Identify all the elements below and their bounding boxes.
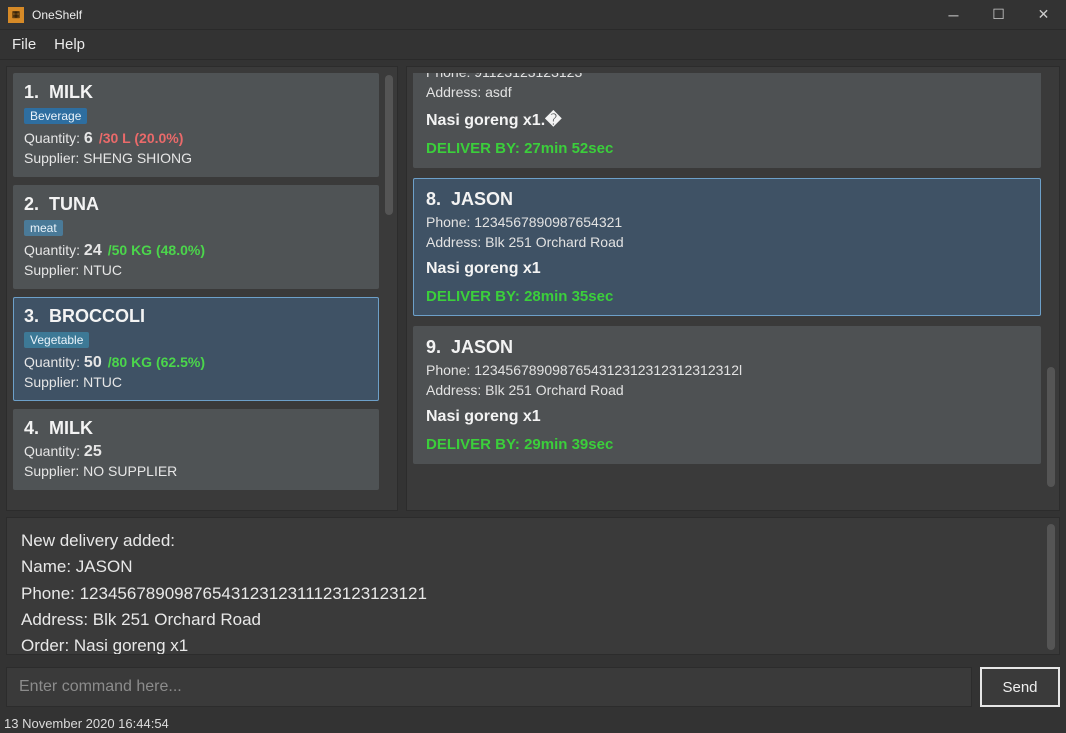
scrollbar-thumb[interactable] bbox=[1047, 367, 1055, 487]
deliver-by-line: DELIVER BY: 29min 39sec bbox=[426, 436, 1028, 453]
status-datetime: 13 November 2020 16:44:54 bbox=[4, 716, 169, 731]
quantity-line: Quantity: 6/30 L (20.0%) bbox=[24, 130, 368, 148]
item-title: 2. TUNA bbox=[24, 194, 368, 215]
item-title: 3. BROCCOLI bbox=[24, 306, 368, 327]
log-line: Phone: 123456789098765431231231112312312… bbox=[21, 581, 1045, 607]
supplier-line: Supplier: NTUC bbox=[24, 374, 368, 390]
order-line: Nasi goreng x1 bbox=[426, 408, 1028, 426]
menu-help[interactable]: Help bbox=[54, 36, 85, 53]
log-line: Name: JASON bbox=[21, 554, 1045, 580]
log-line: New delivery added: bbox=[21, 528, 1045, 554]
menu-file[interactable]: File bbox=[12, 36, 36, 53]
deliveries-panel: Phone: 91123123123123 Address: asdf Nasi… bbox=[406, 66, 1060, 511]
item-title: 1. MILK bbox=[24, 82, 368, 103]
address-line: Address: Blk 251 Orchard Road bbox=[426, 382, 1028, 398]
log-output: New delivery added: Name: JASON Phone: 1… bbox=[6, 517, 1060, 655]
app-window: ▦ OneShelf ─ ☐ ✕ File Help 1. MILK Bever… bbox=[0, 0, 1066, 733]
window-title: OneShelf bbox=[32, 8, 82, 22]
scrollbar-thumb[interactable] bbox=[385, 75, 393, 215]
command-input[interactable] bbox=[6, 667, 972, 707]
capacity-value: /50 KG (48.0%) bbox=[108, 242, 205, 258]
quantity-line: Quantity: 24/50 KG (48.0%) bbox=[24, 242, 368, 260]
address-line: Address: asdf bbox=[426, 84, 1028, 100]
deliver-by-line: DELIVER BY: 28min 35sec bbox=[426, 288, 1028, 305]
supplier-line: Supplier: NTUC bbox=[24, 262, 368, 278]
log-line: Order: Nasi goreng x1 bbox=[21, 633, 1045, 655]
log-line: Address: Blk 251 Orchard Road bbox=[21, 607, 1045, 633]
app-icon: ▦ bbox=[8, 7, 24, 23]
category-tag: Beverage bbox=[24, 108, 87, 124]
inventory-item[interactable]: 3. BROCCOLI Vegetable Quantity: 50/80 KG… bbox=[13, 297, 379, 401]
inventory-item[interactable]: 4. MILK Quantity: 25 Supplier: NO SUPPLI… bbox=[13, 409, 379, 490]
titlebar: ▦ OneShelf ─ ☐ ✕ bbox=[0, 0, 1066, 30]
quantity-line: Quantity: 50/80 KG (62.5%) bbox=[24, 354, 368, 372]
capacity-value: /80 KG (62.5%) bbox=[108, 354, 205, 370]
phone-line: Phone: 123456789098765431231231231231231… bbox=[426, 362, 1028, 378]
close-button[interactable]: ✕ bbox=[1021, 0, 1066, 30]
main-area: 1. MILK Beverage Quantity: 6/30 L (20.0%… bbox=[0, 60, 1066, 511]
send-button[interactable]: Send bbox=[980, 667, 1060, 707]
delivery-title: 9. JASON bbox=[426, 337, 1028, 358]
status-bar: 13 November 2020 16:44:54 bbox=[0, 713, 1066, 733]
menubar: File Help bbox=[0, 30, 1066, 60]
delivery-title: 8. JASON bbox=[426, 189, 1028, 210]
order-line: Nasi goreng x1.� bbox=[426, 110, 1028, 130]
quantity-line: Quantity: 25 bbox=[24, 443, 368, 461]
minimize-button[interactable]: ─ bbox=[931, 0, 976, 30]
order-line: Nasi goreng x1 bbox=[426, 260, 1028, 278]
phone-line: Phone: 91123123123123 bbox=[426, 73, 1028, 80]
command-row: Send bbox=[0, 661, 1066, 713]
maximize-button[interactable]: ☐ bbox=[976, 0, 1021, 30]
scrollbar-thumb[interactable] bbox=[1047, 524, 1055, 650]
inventory-panel: 1. MILK Beverage Quantity: 6/30 L (20.0%… bbox=[6, 66, 398, 511]
capacity-value: /30 L (20.0%) bbox=[99, 130, 184, 146]
delivery-item[interactable]: 8. JASON Phone: 1234567890987654321 Addr… bbox=[413, 178, 1041, 316]
inventory-item[interactable]: 2. TUNA meat Quantity: 24/50 KG (48.0%) … bbox=[13, 185, 379, 289]
inventory-item[interactable]: 1. MILK Beverage Quantity: 6/30 L (20.0%… bbox=[13, 73, 379, 177]
category-tag: meat bbox=[24, 220, 63, 236]
category-tag: Vegetable bbox=[24, 332, 89, 348]
delivery-item[interactable]: 9. JASON Phone: 123456789098765431231231… bbox=[413, 326, 1041, 464]
supplier-line: Supplier: NO SUPPLIER bbox=[24, 463, 368, 479]
supplier-line: Supplier: SHENG SHIONG bbox=[24, 150, 368, 166]
delivery-item[interactable]: Phone: 91123123123123 Address: asdf Nasi… bbox=[413, 73, 1041, 168]
address-line: Address: Blk 251 Orchard Road bbox=[426, 234, 1028, 250]
item-title: 4. MILK bbox=[24, 418, 368, 439]
deliver-by-line: DELIVER BY: 27min 52sec bbox=[426, 140, 1028, 157]
phone-line: Phone: 1234567890987654321 bbox=[426, 214, 1028, 230]
